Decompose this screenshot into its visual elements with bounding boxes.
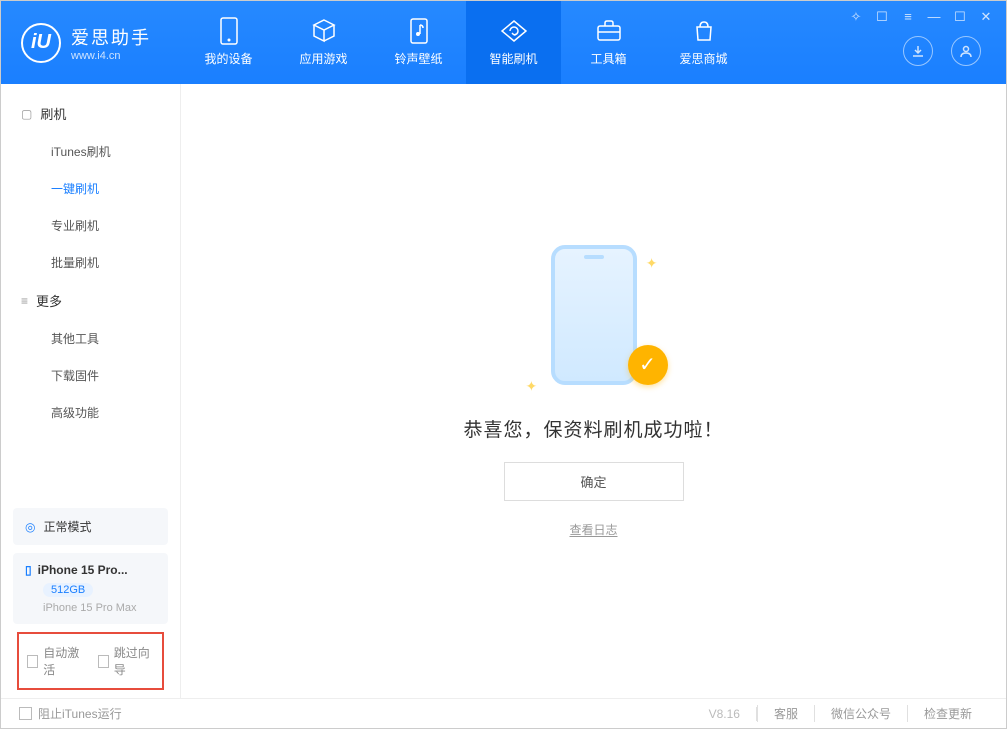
nav-tab-store[interactable]: 爱思商城 xyxy=(656,1,751,84)
refresh-icon xyxy=(501,18,527,44)
app-header: iU 爱思助手 www.i4.cn 我的设备 应用游戏 铃声壁纸 智能刷机 工具… xyxy=(1,1,1006,84)
maximize-icon[interactable]: ☐ xyxy=(952,9,968,25)
sidebar-item-itunes-flash[interactable]: iTunes刷机 xyxy=(1,133,180,170)
skin-icon[interactable]: ✧ xyxy=(848,9,864,25)
version-label: V8.16 xyxy=(693,707,757,721)
download-icon[interactable] xyxy=(903,36,933,66)
sidebar-item-pro-flash[interactable]: 专业刷机 xyxy=(1,207,180,244)
footer-link-update[interactable]: 检查更新 xyxy=(907,705,988,722)
view-log-link[interactable]: 查看日志 xyxy=(569,521,617,538)
success-message: 恭喜您，保资料刷机成功啦！ xyxy=(463,415,723,442)
cube-icon xyxy=(311,18,337,44)
phone-small-icon: ▢ xyxy=(21,107,32,121)
store-icon xyxy=(691,18,717,44)
mode-icon: ◎ xyxy=(25,520,35,534)
device-card[interactable]: ▯ iPhone 15 Pro... 512GB iPhone 15 Pro M… xyxy=(13,553,168,624)
more-icon: ≡ xyxy=(21,294,28,308)
window-controls: ✧ ☐ ≡ ― ☐ ✕ xyxy=(848,9,994,25)
checkbox-block-itunes[interactable]: 阻止iTunes运行 xyxy=(19,705,122,722)
device-name: iPhone 15 Pro... xyxy=(38,563,128,577)
phone-icon xyxy=(216,18,242,44)
sidebar-item-oneclick-flash[interactable]: 一键刷机 xyxy=(1,170,180,207)
check-badge-icon: ✓ xyxy=(628,345,668,385)
checkbox-icon xyxy=(19,707,32,720)
main-content: ✓ ✦ ✦ 恭喜您，保资料刷机成功啦！ 确定 查看日志 xyxy=(181,84,1006,698)
phone-illust-icon xyxy=(551,245,637,385)
checkbox-auto-activate[interactable]: 自动激活 xyxy=(27,644,84,678)
checkbox-skip-guide[interactable]: 跳过向导 xyxy=(98,644,155,678)
feedback-icon[interactable]: ☐ xyxy=(874,9,890,25)
sparkle-icon: ✦ xyxy=(646,255,658,272)
app-subtitle: www.i4.cn xyxy=(71,50,151,62)
checkbox-icon xyxy=(98,655,109,668)
sidebar-group-more: ≡ 更多 xyxy=(1,281,180,320)
success-illustration: ✓ ✦ ✦ xyxy=(524,245,664,395)
nav-tabs: 我的设备 应用游戏 铃声壁纸 智能刷机 工具箱 爱思商城 xyxy=(181,1,751,84)
minimize-icon[interactable]: ― xyxy=(926,9,942,25)
toolbox-icon xyxy=(596,18,622,44)
sidebar: ▢ 刷机 iTunes刷机 一键刷机 专业刷机 批量刷机 ≡ 更多 其他工具 下… xyxy=(1,84,181,698)
sidebar-item-other-tools[interactable]: 其他工具 xyxy=(1,320,180,357)
sidebar-item-batch-flash[interactable]: 批量刷机 xyxy=(1,244,180,281)
footer: 阻止iTunes运行 V8.16 客服 微信公众号 检查更新 xyxy=(1,698,1006,728)
ok-button[interactable]: 确定 xyxy=(504,462,684,501)
sidebar-group-flash: ▢ 刷机 xyxy=(1,94,180,133)
user-icon[interactable] xyxy=(951,36,981,66)
phone-small-icon: ▯ xyxy=(25,563,32,577)
sidebar-item-advanced[interactable]: 高级功能 xyxy=(1,394,180,431)
sidebar-item-download-firmware[interactable]: 下载固件 xyxy=(1,357,180,394)
device-storage: 512GB xyxy=(43,583,93,597)
nav-tab-ringtones[interactable]: 铃声壁纸 xyxy=(371,1,466,84)
menu-icon[interactable]: ≡ xyxy=(900,9,916,25)
nav-tab-flash[interactable]: 智能刷机 xyxy=(466,1,561,84)
app-logo-icon: iU xyxy=(21,23,61,63)
options-highlighted: 自动激活 跳过向导 xyxy=(17,632,164,690)
nav-tab-device[interactable]: 我的设备 xyxy=(181,1,276,84)
checkbox-icon xyxy=(27,655,38,668)
music-icon xyxy=(406,18,432,44)
close-icon[interactable]: ✕ xyxy=(978,9,994,25)
logo-area: iU 爱思助手 www.i4.cn xyxy=(1,23,181,63)
device-mode[interactable]: ◎ 正常模式 xyxy=(13,508,168,545)
nav-tab-toolbox[interactable]: 工具箱 xyxy=(561,1,656,84)
footer-link-wechat[interactable]: 微信公众号 xyxy=(814,705,907,722)
nav-tab-apps[interactable]: 应用游戏 xyxy=(276,1,371,84)
device-model: iPhone 15 Pro Max xyxy=(43,602,156,614)
footer-link-support[interactable]: 客服 xyxy=(757,705,814,722)
app-title: 爱思助手 xyxy=(71,24,151,50)
sparkle-icon: ✦ xyxy=(526,378,538,395)
